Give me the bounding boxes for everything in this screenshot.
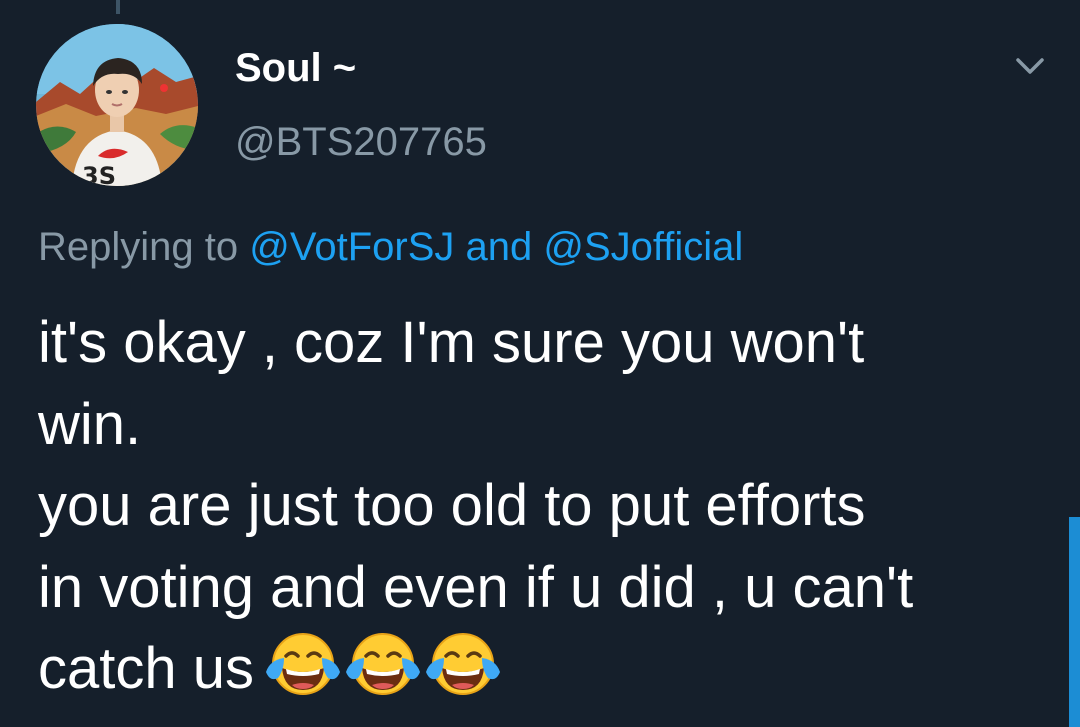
avatar-photo: 3S xyxy=(36,24,198,186)
face-with-tears-of-joy-icon xyxy=(346,633,420,695)
tweet-text-line: win. xyxy=(38,391,142,457)
emoji-group xyxy=(254,633,504,701)
avatar-shirt-text: 3S xyxy=(82,162,116,186)
tweet-text-line: it's okay , coz I'm sure you won't xyxy=(38,310,865,375)
author-handle[interactable]: @BTS207765 xyxy=(235,118,487,166)
reply-prefix: Replying to xyxy=(38,225,239,269)
face-with-tears-of-joy-icon xyxy=(426,633,500,695)
mention-link-sjofficial[interactable]: @SJofficial xyxy=(543,225,743,269)
tweet-text-line: in voting and even if u did , u can't xyxy=(38,554,914,620)
tweet-text-last-line: catch us xyxy=(38,628,1048,710)
avatar[interactable]: 3S xyxy=(36,24,198,186)
reply-conjunction[interactable]: and xyxy=(466,225,533,269)
tweet-body: it's okay , coz I'm sure you won't win. … xyxy=(38,302,1048,710)
reply-context: Replying to @VotForSJ and @SJofficial xyxy=(38,222,743,272)
scroll-indicator[interactable] xyxy=(1069,517,1080,727)
tweet-text-line: catch us xyxy=(38,636,254,701)
mention-link-votforsj[interactable]: @VotForSJ xyxy=(249,225,454,269)
author-display-name[interactable]: Soul ~ xyxy=(235,44,356,92)
chevron-down-icon[interactable] xyxy=(1010,48,1050,84)
face-with-tears-of-joy-icon xyxy=(266,633,340,695)
thread-connector-line xyxy=(116,0,120,14)
tweet-text-line: you are just too old to put efforts xyxy=(38,473,866,538)
